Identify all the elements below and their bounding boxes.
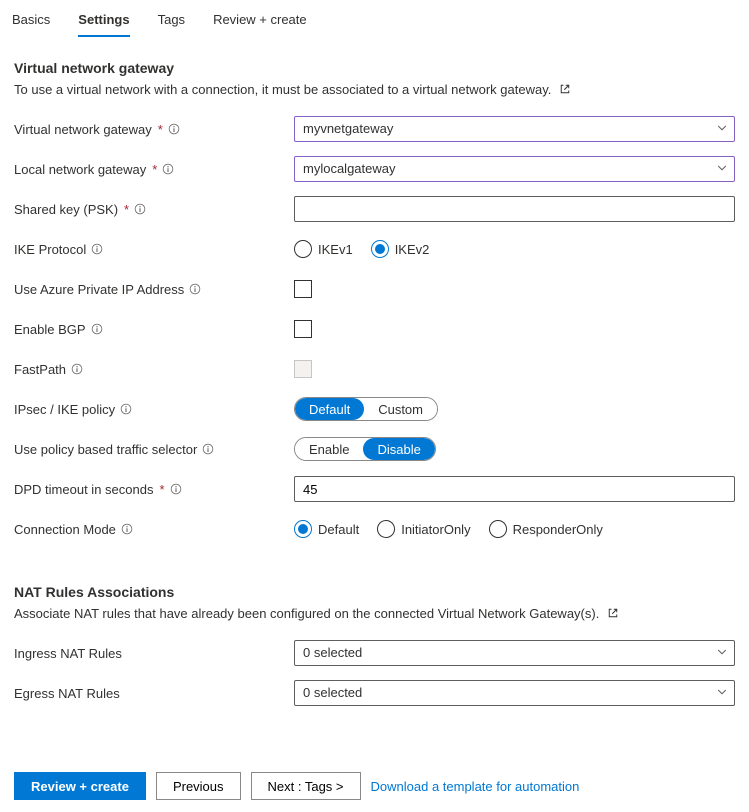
- radio-ikev1-label: IKEv1: [318, 242, 353, 257]
- section-desc-vng-text: To use a virtual network with a connecti…: [14, 82, 551, 97]
- toggle-pbs: Enable Disable: [294, 437, 436, 461]
- tab-review[interactable]: Review + create: [213, 6, 307, 37]
- psk-input[interactable]: [294, 196, 735, 222]
- tab-bar: Basics Settings Tags Review + create: [0, 0, 749, 38]
- toggle-pbs-enable[interactable]: Enable: [295, 438, 363, 460]
- lng-select[interactable]: mylocalgateway: [294, 156, 735, 182]
- info-icon[interactable]: [90, 242, 104, 256]
- label-ike: IKE Protocol: [14, 242, 86, 257]
- label-dpd: DPD timeout in seconds: [14, 482, 153, 497]
- checkbox-bgp[interactable]: [294, 320, 312, 338]
- vng-select-value: myvnetgateway: [294, 116, 735, 142]
- section-desc-nat: Associate NAT rules that have already be…: [14, 606, 735, 622]
- label-bgp: Enable BGP: [14, 322, 86, 337]
- toggle-pbs-disable[interactable]: Disable: [363, 438, 434, 460]
- label-ingress-nat: Ingress NAT Rules: [14, 646, 122, 661]
- tab-basics[interactable]: Basics: [12, 6, 50, 37]
- radio-ikev2-label: IKEv2: [395, 242, 430, 257]
- required-asterisk: *: [124, 202, 129, 217]
- label-lng: Local network gateway: [14, 162, 146, 177]
- toggle-ipsec-custom[interactable]: Custom: [364, 398, 437, 420]
- label-egress-nat: Egress NAT Rules: [14, 686, 120, 701]
- label-psk: Shared key (PSK): [14, 202, 118, 217]
- info-icon[interactable]: [161, 162, 175, 176]
- label-connmode: Connection Mode: [14, 522, 116, 537]
- info-icon[interactable]: [119, 402, 133, 416]
- vng-select[interactable]: myvnetgateway: [294, 116, 735, 142]
- ingress-nat-select[interactable]: 0 selected: [294, 640, 735, 666]
- info-icon[interactable]: [133, 202, 147, 216]
- toggle-ipsec: Default Custom: [294, 397, 438, 421]
- section-desc-vng: To use a virtual network with a connecti…: [14, 82, 735, 98]
- tab-tags[interactable]: Tags: [158, 6, 185, 37]
- ingress-nat-value: 0 selected: [294, 640, 735, 666]
- radio-ikev1[interactable]: IKEv1: [294, 240, 353, 258]
- external-link-icon[interactable]: [607, 607, 619, 622]
- radio-ikev2[interactable]: IKEv2: [371, 240, 430, 258]
- external-link-icon[interactable]: [559, 83, 571, 98]
- checkbox-privateip[interactable]: [294, 280, 312, 298]
- radio-mode-default-label: Default: [318, 522, 359, 537]
- previous-button[interactable]: Previous: [156, 772, 241, 800]
- info-icon[interactable]: [90, 322, 104, 336]
- label-fastpath: FastPath: [14, 362, 66, 377]
- radio-mode-initiator[interactable]: InitiatorOnly: [377, 520, 470, 538]
- label-vng: Virtual network gateway: [14, 122, 152, 137]
- required-asterisk: *: [159, 482, 164, 497]
- egress-nat-value: 0 selected: [294, 680, 735, 706]
- tab-settings[interactable]: Settings: [78, 6, 129, 37]
- download-template-link[interactable]: Download a template for automation: [371, 779, 580, 794]
- radio-mode-initiator-label: InitiatorOnly: [401, 522, 470, 537]
- info-icon[interactable]: [70, 362, 84, 376]
- required-asterisk: *: [158, 122, 163, 137]
- info-icon[interactable]: [120, 522, 134, 536]
- radio-mode-responder[interactable]: ResponderOnly: [489, 520, 603, 538]
- footer-bar: Review + create Previous Next : Tags > D…: [0, 760, 749, 812]
- section-title-vng: Virtual network gateway: [14, 60, 735, 76]
- info-icon[interactable]: [201, 442, 215, 456]
- review-create-button[interactable]: Review + create: [14, 772, 146, 800]
- toggle-ipsec-default[interactable]: Default: [295, 398, 364, 420]
- label-privateip: Use Azure Private IP Address: [14, 282, 184, 297]
- lng-select-value: mylocalgateway: [294, 156, 735, 182]
- section-desc-nat-text: Associate NAT rules that have already be…: [14, 606, 599, 621]
- info-icon[interactable]: [169, 482, 183, 496]
- section-title-nat: NAT Rules Associations: [14, 584, 735, 600]
- dpd-input[interactable]: [294, 476, 735, 502]
- next-button[interactable]: Next : Tags >: [251, 772, 361, 800]
- radio-mode-default[interactable]: Default: [294, 520, 359, 538]
- label-ipsec: IPsec / IKE policy: [14, 402, 115, 417]
- required-asterisk: *: [152, 162, 157, 177]
- info-icon[interactable]: [188, 282, 202, 296]
- radio-mode-responder-label: ResponderOnly: [513, 522, 603, 537]
- egress-nat-select[interactable]: 0 selected: [294, 680, 735, 706]
- checkbox-fastpath: [294, 360, 312, 378]
- info-icon[interactable]: [167, 122, 181, 136]
- label-pbs: Use policy based traffic selector: [14, 442, 197, 457]
